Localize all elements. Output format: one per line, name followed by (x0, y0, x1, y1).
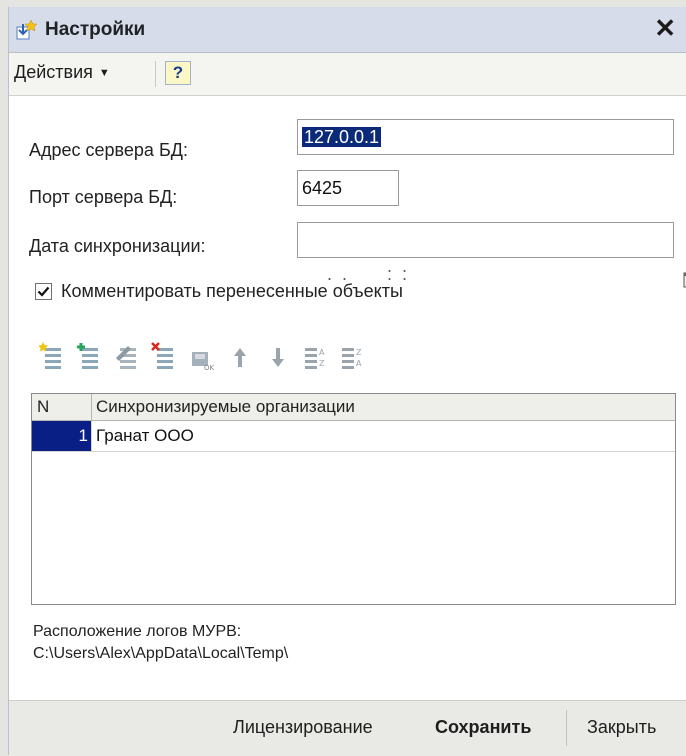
add-row-icon[interactable] (38, 342, 65, 372)
column-header-organizations[interactable]: Синхронизируемые организации (96, 397, 355, 417)
licensing-button[interactable]: Лицензирование (233, 717, 373, 738)
logs-location-path: C:\Users\Alex\AppData\Local\Temp\ (33, 645, 289, 662)
footer-divider (566, 710, 567, 746)
server-port-input[interactable]: 6425 (297, 170, 399, 206)
server-address-value: 127.0.0.1 (302, 127, 382, 147)
save-button[interactable]: Сохранить (435, 717, 531, 738)
close-button[interactable]: Закрыть (587, 717, 656, 738)
copy-row-icon[interactable] (76, 342, 102, 372)
move-up-icon[interactable] (227, 342, 253, 372)
settings-window: Настройки ✕ Действия ▼ ? Адрес сервера БД… (8, 7, 686, 756)
cell-divider (91, 421, 92, 451)
column-divider (91, 394, 92, 420)
svg-text:A: A (356, 359, 362, 368)
logs-location-label: Расположение логов МУРВ: (33, 623, 242, 640)
sync-date-input[interactable]: . . : : (297, 222, 686, 288)
actions-menu-label: Действия (14, 62, 93, 82)
sort-asc-icon[interactable]: AZ (303, 342, 329, 372)
svg-text:A: A (319, 348, 325, 357)
actions-menu-button[interactable]: Действия ▼ (14, 62, 110, 83)
comment-checkbox[interactable] (35, 283, 52, 300)
chevron-down-icon: ▼ (98, 67, 110, 79)
column-header-n[interactable]: N (37, 397, 49, 417)
organization-cell: Гранат ООО (96, 426, 194, 445)
table-row[interactable]: 1 Гранат ООО (32, 421, 675, 452)
end-edit-icon[interactable]: OK (189, 342, 215, 372)
checkmark-icon (37, 286, 50, 297)
move-down-icon[interactable] (265, 342, 291, 372)
calendar-icon[interactable] (653, 231, 686, 288)
svg-text:Z: Z (356, 348, 362, 357)
svg-text:Z: Z (319, 359, 325, 368)
organizations-table[interactable]: N Синхронизируемые организации 1 Гранат … (31, 393, 676, 605)
delete-row-icon[interactable] (151, 342, 177, 372)
server-address-input[interactable]: 127.0.0.1 (297, 119, 674, 155)
close-icon[interactable]: ✕ (654, 15, 676, 41)
row-number-cell: 1 (32, 421, 91, 451)
form-toolbar: Действия ▼ ? (9, 53, 686, 96)
comment-checkbox-label[interactable]: Комментировать перенесенные объекты (61, 281, 403, 302)
edit-row-icon[interactable] (114, 342, 140, 372)
server-port-label: Порт сервера БД: (29, 187, 178, 207)
server-port-value: 6425 (302, 178, 343, 198)
settings-form-icon (15, 19, 38, 41)
toolbar-divider (155, 61, 156, 87)
svg-text:OK: OK (204, 364, 215, 372)
table-header: N Синхронизируемые организации (32, 394, 675, 421)
sort-desc-icon[interactable]: ZA (340, 342, 366, 372)
window-title: Настройки (45, 19, 146, 40)
title-bar[interactable]: Настройки ✕ (9, 7, 686, 53)
help-button[interactable]: ? (165, 61, 191, 85)
server-address-label: Адрес сервера БД: (29, 140, 188, 160)
sync-date-label: Дата синхронизации: (29, 236, 206, 256)
dialog-footer: Лицензирование Сохранить Закрыть (9, 700, 686, 756)
